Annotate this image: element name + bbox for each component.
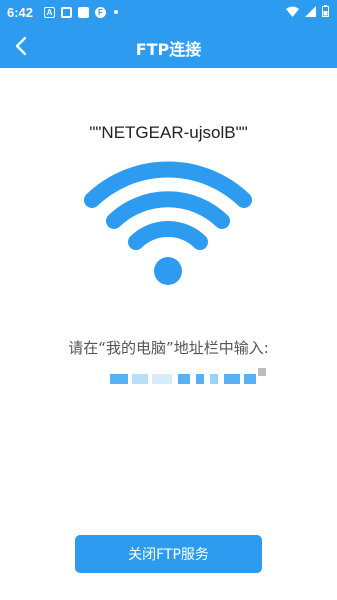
instruction-text: 请在“我的电脑”地址栏中输入:	[68, 339, 269, 357]
signal-icon	[305, 5, 316, 17]
notification-icons: A F	[44, 5, 118, 19]
square-icon	[78, 6, 89, 18]
page-title: FTP连接	[135, 40, 202, 59]
a-icon: A	[44, 6, 55, 18]
wifi-icon	[286, 6, 299, 17]
wifi-icon	[84, 161, 252, 285]
app-bar: FTP连接	[0, 24, 337, 68]
f-icon: F	[95, 6, 106, 18]
status-time: 6:42	[7, 5, 34, 20]
ftp-address	[110, 366, 270, 386]
square-icon	[61, 6, 72, 18]
network-name: ""NETGEAR-ujsolB""	[89, 123, 248, 142]
close-ftp-button[interactable]: 关闭FTP服务	[75, 535, 262, 573]
system-icons	[286, 5, 329, 17]
battery-icon	[322, 5, 329, 17]
dot-icon	[114, 10, 118, 14]
status-bar: 6:42 A F	[0, 0, 337, 24]
